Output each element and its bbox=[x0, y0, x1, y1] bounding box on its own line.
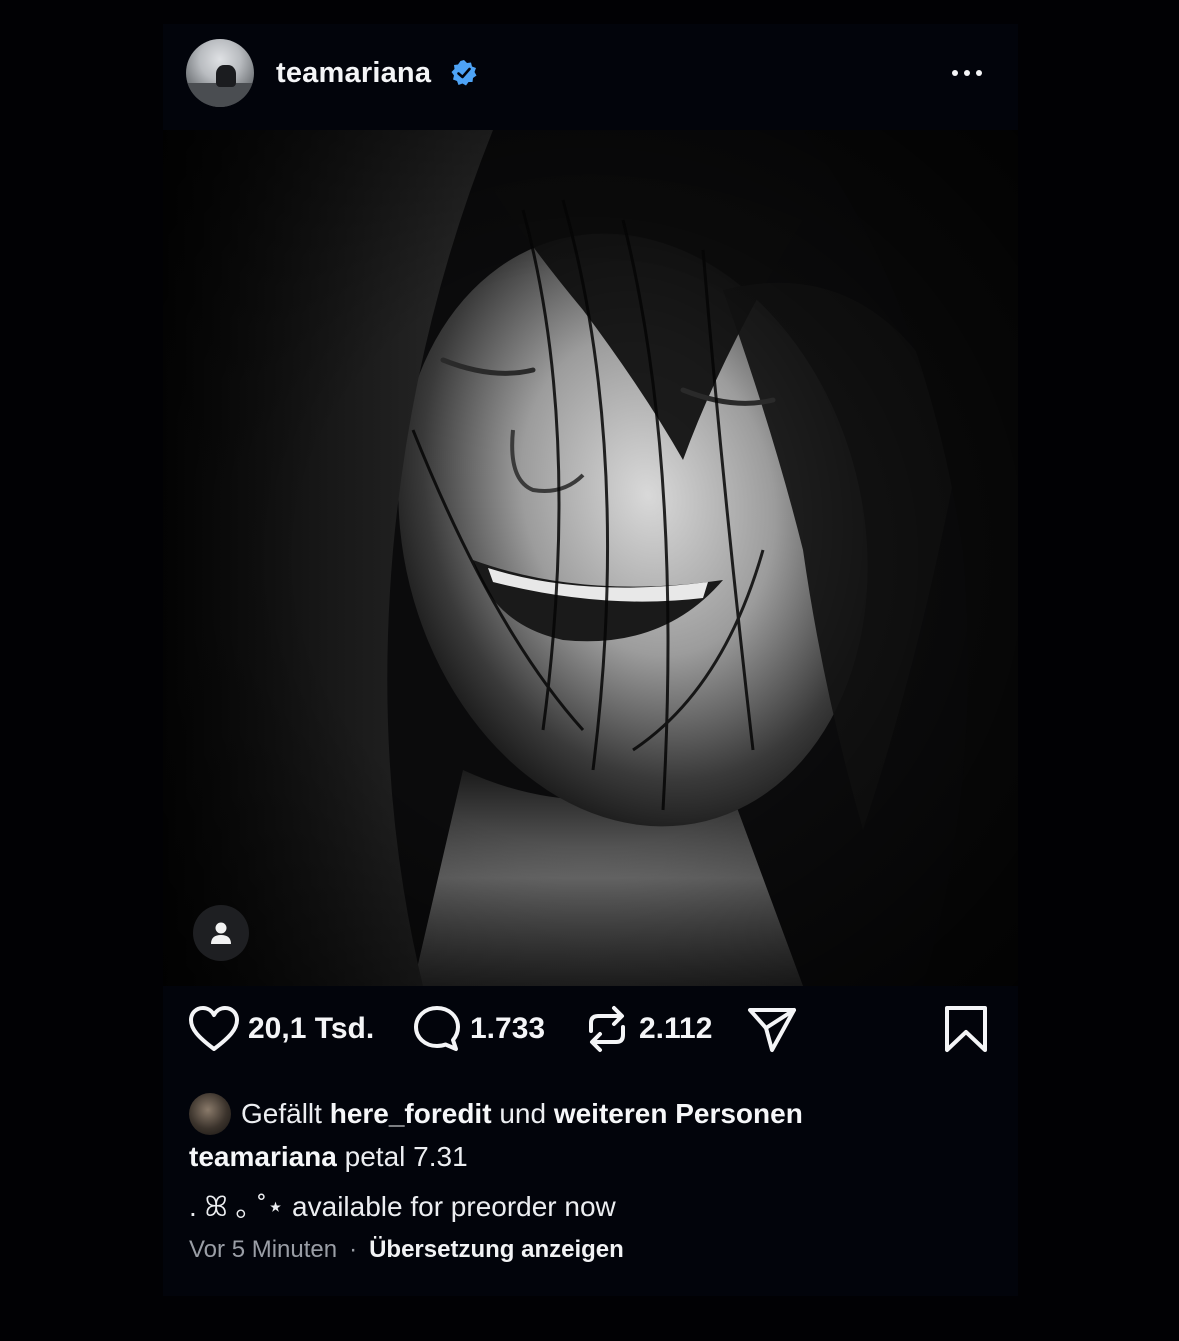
avatar-figure bbox=[216, 65, 236, 87]
liked-by-line[interactable]: Gefällt here_foredit und weiteren Person… bbox=[189, 1093, 803, 1135]
bookmark-icon bbox=[945, 1006, 987, 1052]
verified-badge-icon bbox=[451, 60, 477, 86]
post-photo[interactable] bbox=[163, 130, 1018, 986]
liked-by-user[interactable]: here_foredit bbox=[330, 1098, 492, 1130]
person-icon bbox=[211, 922, 231, 944]
caption-line-1: teamariana petal 7.31 bbox=[189, 1141, 468, 1173]
repost-icon bbox=[589, 1006, 625, 1052]
more-options-button[interactable] bbox=[943, 60, 991, 86]
heart-icon bbox=[189, 1006, 239, 1051]
liked-by-prefix: Gefällt bbox=[241, 1098, 322, 1129]
liker-avatar bbox=[189, 1093, 231, 1135]
comment-count: 1.733 bbox=[470, 1012, 546, 1045]
comment-icon bbox=[414, 1006, 460, 1051]
post-header: teamariana bbox=[163, 24, 1018, 130]
tagged-people-button[interactable] bbox=[193, 905, 249, 961]
portrait-image bbox=[163, 130, 1018, 986]
caption-line-2: . ꕤ ｡ ˚⋆ available for preorder now bbox=[189, 1191, 616, 1222]
post-meta: Vor 5 Minuten · Übersetzung anzeigen bbox=[189, 1236, 624, 1264]
translate-link[interactable]: Übersetzung anzeigen bbox=[369, 1236, 624, 1264]
action-bar: 20,1 Tsd. 1.733 2.112 bbox=[163, 999, 1018, 1059]
save-button[interactable] bbox=[943, 999, 989, 1059]
liked-by-connector: und bbox=[499, 1098, 547, 1129]
meta-separator: · bbox=[349, 1236, 358, 1263]
profile-avatar[interactable] bbox=[186, 39, 254, 107]
send-icon bbox=[748, 1008, 796, 1052]
liked-by-others[interactable]: weiteren Personen bbox=[554, 1098, 803, 1130]
more-dot bbox=[952, 70, 958, 76]
caption-text: petal 7.31 bbox=[344, 1141, 468, 1172]
like-button[interactable]: 20,1 Tsd. bbox=[188, 999, 374, 1059]
more-dot bbox=[964, 70, 970, 76]
share-button[interactable] bbox=[746, 999, 798, 1059]
post-username[interactable]: teamariana bbox=[276, 57, 431, 90]
repost-button[interactable]: 2.112 bbox=[583, 999, 712, 1059]
like-count: 20,1 Tsd. bbox=[248, 1012, 375, 1045]
repost-count: 2.112 bbox=[639, 1012, 713, 1045]
post-card: teamariana 20,1 Tsd. 1.733 2.112 Gefällt… bbox=[163, 24, 1018, 1296]
post-time: Vor 5 Minuten bbox=[189, 1236, 338, 1263]
more-dot bbox=[976, 70, 982, 76]
caption-author[interactable]: teamariana bbox=[189, 1141, 337, 1172]
comment-button[interactable]: 1.733 bbox=[412, 999, 545, 1059]
